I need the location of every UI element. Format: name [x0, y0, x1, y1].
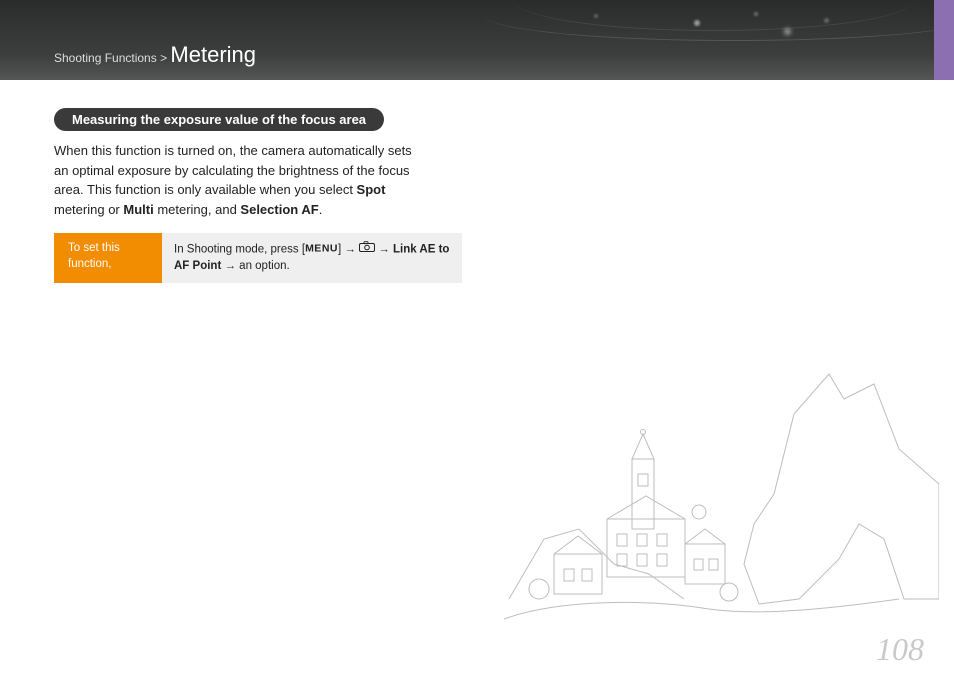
section-paragraph: When this function is turned on, the cam… [54, 141, 426, 219]
page-title: Metering [170, 42, 256, 67]
main-content: Measuring the exposure value of the focu… [0, 80, 480, 311]
menu-icon: MENU [305, 243, 338, 255]
header-decoration [434, 0, 934, 80]
breadcrumb-sep: > [157, 51, 171, 65]
instruction-label: To set this function, [54, 233, 162, 283]
section-heading: Measuring the exposure value of the focu… [54, 108, 384, 131]
page-number: 108 [876, 631, 924, 668]
instruction-body: In Shooting mode, press [MENU] → → Link … [162, 233, 462, 283]
instruction-box: To set this function, In Shooting mode, … [54, 233, 462, 283]
breadcrumb: Shooting Functions > Metering [54, 42, 256, 80]
camera-icon [359, 241, 375, 258]
page-header: Shooting Functions > Metering [0, 0, 954, 80]
breadcrumb-section: Shooting Functions [54, 51, 157, 65]
decorative-illustration [499, 364, 939, 654]
